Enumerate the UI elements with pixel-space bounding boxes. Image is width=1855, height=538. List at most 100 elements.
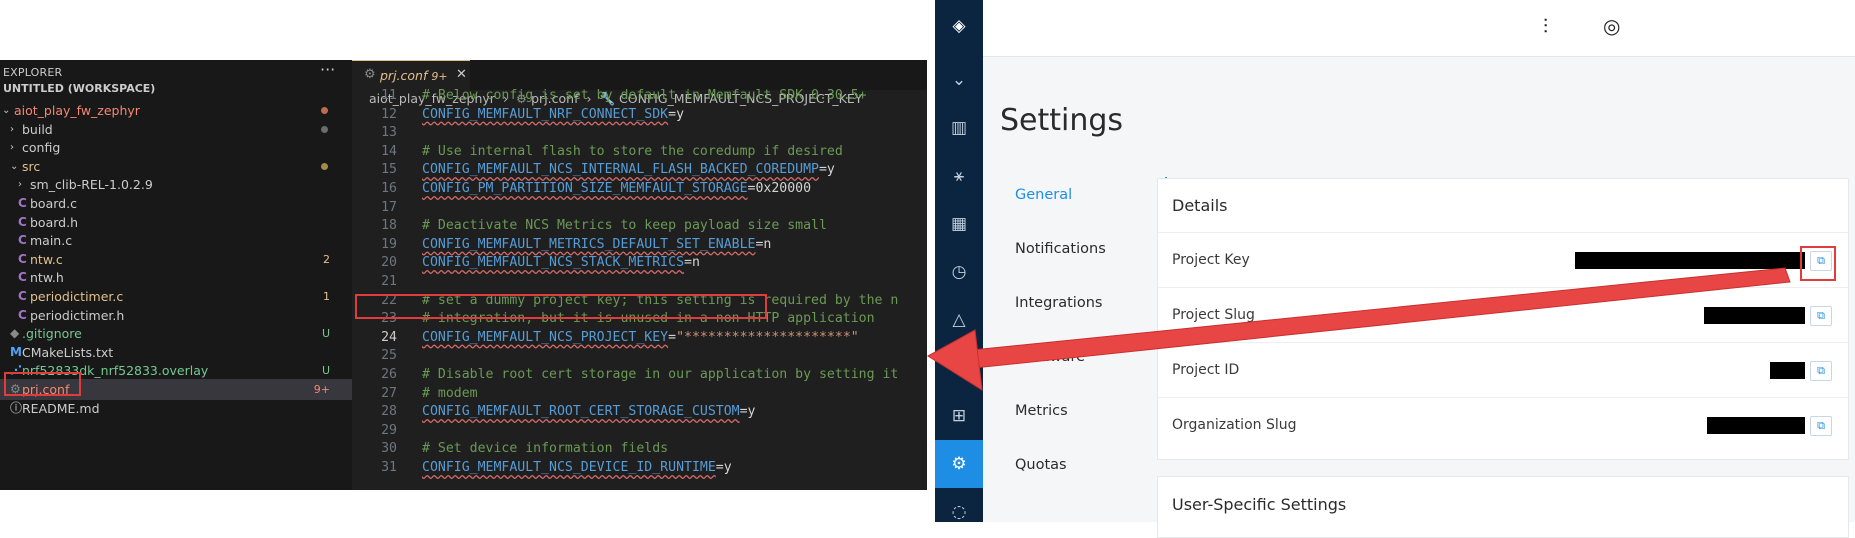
code-text: CONFIG_MEMFAULT_METRICS_DEFAULT_SET_ENAB… (422, 236, 772, 252)
code-line[interactable]: 31 CONFIG_MEMFAULT_NCS_DEVICE_ID_RUNTIME=… (352, 458, 927, 477)
code-line[interactable]: 20 CONFIG_MEMFAULT_NCS_STACK_METRICS=n (352, 253, 927, 272)
code-line[interactable]: 19 CONFIG_MEMFAULT_METRICS_DEFAULT_SET_EN… (352, 235, 927, 254)
settings-gear-icon[interactable]: ⚙ (935, 440, 983, 488)
code-line[interactable]: 21 (352, 272, 927, 291)
code-line[interactable]: 30 # Set device information fields (352, 439, 927, 458)
code-text: CONFIG_MEMFAULT_NCS_DEVICE_ID_RUNTIME=y (422, 460, 732, 475)
organization-slug-row: Organization Slug ⧉ (1158, 397, 1848, 453)
globe-clock-icon[interactable]: ◎ (1603, 14, 1620, 38)
line-number: 30 (381, 441, 397, 457)
code-line[interactable]: 18 # Deactivate NCS Metrics to keep paylo… (352, 216, 927, 235)
organization-slug-label: Organization Slug (1172, 417, 1297, 433)
line-number: 16 (381, 181, 397, 196)
highlight-copy-project-key (1800, 246, 1836, 281)
code-line[interactable]: 27 # modem (352, 384, 927, 403)
code-line[interactable]: 24 CONFIG_MEMFAULT_NCS_PROJECT_KEY="*****… (352, 328, 927, 347)
code-text: CONFIG_MEMFAULT_NCS_PROJECT_KEY="*******… (422, 329, 859, 345)
page-title: Settings (1000, 103, 1124, 138)
modified-dot (321, 107, 328, 114)
line-number: 13 (381, 125, 397, 141)
info-icon: ⓘ (10, 400, 23, 415)
code-text: CONFIG_MEMFAULT_NCS_STACK_METRICS=n (422, 255, 700, 271)
details-title: Details (1172, 196, 1228, 215)
line-number: 17 (381, 199, 397, 215)
gear-icon: ⚙ (364, 67, 376, 82)
user-settings-card: User-Specific Settings (1157, 476, 1849, 538)
project-slug-label: Project Slug (1172, 307, 1255, 323)
memfault-logo-icon[interactable]: ◈ (935, 2, 983, 50)
modified-dot (321, 162, 328, 170)
code-line[interactable]: 12 CONFIG_MEMFAULT_NRF_CONNECT_SDK=y (352, 105, 927, 124)
code-line[interactable]: 15 CONFIG_MEMFAULT_NCS_INTERNAL_FLASH_BAC… (352, 160, 927, 179)
code-text: # Disable root cert storage in our appli… (422, 367, 899, 382)
organization-slug-value-redacted (1707, 417, 1805, 434)
highlight-prj-conf-file (4, 372, 81, 396)
code-line[interactable]: 16 CONFIG_PM_PARTITION_SIZE_MEMFAULT_STOR… (352, 179, 927, 198)
subnav-metrics[interactable]: Metrics (1015, 403, 1068, 419)
copy-icon[interactable]: ⧉ (1810, 306, 1832, 326)
subnav-integrations[interactable]: Integrations (1015, 295, 1102, 311)
line-number: 19 (381, 236, 397, 252)
tab-close-icon[interactable]: ✕ (456, 67, 467, 82)
highlight-project-key-line (355, 294, 767, 319)
code-line[interactable]: 25 (352, 346, 927, 365)
code-line[interactable]: 17 (352, 198, 927, 217)
line-number: 15 (381, 162, 397, 178)
code-text: CONFIG_MEMFAULT_NRF_CONNECT_SDK=y (422, 106, 685, 122)
code-text: # modem (422, 385, 478, 401)
project-key-value-redacted (1575, 252, 1805, 269)
line-number: 31 (381, 460, 397, 475)
triangle-icon[interactable]: △ (935, 296, 983, 344)
code-line[interactable]: 26 # Disable root cert storage in our app… (352, 365, 927, 384)
code-line[interactable]: 14 # Use internal flash to store the core… (352, 142, 927, 161)
chevron-down-icon[interactable]: ⌄ (935, 56, 983, 104)
code-line[interactable]: 28 CONFIG_MEMFAULT_ROOT_CERT_STORAGE_CUST… (352, 402, 927, 421)
timer-icon[interactable]: ◷ (935, 248, 983, 296)
code-text: # Below config is set by default in Memf… (422, 88, 867, 103)
layers-icon[interactable]: ⧉ (935, 344, 983, 392)
code-text: CONFIG_MEMFAULT_ROOT_CERT_STORAGE_CUSTOM… (422, 404, 756, 420)
side-nav: ◈ ⌄ ▥ ⚹ ▦ ◷ △ ⧉ ⊞ ⚙ ◌ (935, 0, 983, 522)
project-id-row: Project ID ⧉ (1158, 342, 1848, 398)
subnav-notifications[interactable]: Notifications (1015, 241, 1106, 257)
line-number: 29 (381, 422, 397, 438)
user-settings-title: User-Specific Settings (1172, 495, 1347, 514)
table-icon[interactable]: ⊞ (935, 392, 983, 440)
line-number: 11 (381, 88, 397, 103)
tree-item[interactable]: ⓘ README.md (0, 398, 352, 419)
line-number: 21 (381, 274, 397, 289)
project-key-row: Project Key ⧉ (1158, 232, 1848, 288)
tree-item-label: README.md (22, 400, 100, 416)
loading-spinner-icon: ◌ (951, 502, 967, 522)
explorer-panel: EXPLORER ··· UNTITLED (WORKSPACE) ⌄ aiot_… (0, 60, 352, 490)
project-key-label: Project Key (1172, 252, 1250, 268)
line-number: 26 (381, 367, 397, 382)
modified-dot (321, 125, 328, 133)
line-number: 28 (381, 404, 397, 420)
subnav-quotas[interactable]: Quotas (1015, 457, 1067, 473)
line-number: 20 (381, 255, 397, 271)
copy-icon[interactable]: ⧉ (1810, 361, 1832, 381)
code-line[interactable]: 13 (352, 123, 927, 142)
copy-icon[interactable]: ⧉ (1810, 416, 1832, 436)
memfault-app: ◈ ⌄ ▥ ⚹ ▦ ◷ △ ⧉ ⊞ ⚙ ◌ ⫶ ◎ Settings Gener… (935, 0, 1855, 538)
code-line[interactable]: 11 # Below config is set by default in Me… (352, 86, 927, 105)
project-slug-row: Project Slug ⧉ (1158, 287, 1848, 343)
line-number: 25 (381, 348, 397, 364)
vscode-window: EXPLORER ··· UNTITLED (WORKSPACE) ⌄ aiot_… (0, 60, 927, 490)
code-text: # Use internal flash to store the coredu… (422, 143, 843, 159)
chart-icon[interactable]: ▥ (935, 104, 983, 152)
network-icon[interactable]: ⚹ (935, 152, 983, 200)
subnav-hardware[interactable]: Hardware (1015, 349, 1085, 365)
grid-icon[interactable]: ▦ (935, 200, 983, 248)
workspace-label: UNTITLED (WORKSPACE) (3, 82, 156, 95)
code-line[interactable]: 29 (352, 421, 927, 440)
project-id-label: Project ID (1172, 362, 1240, 378)
workspace-header[interactable]: UNTITLED (WORKSPACE) (0, 78, 352, 99)
subnav-general[interactable]: General (1015, 187, 1072, 203)
explorer-more-actions-button[interactable]: ··· (320, 60, 335, 79)
top-bar: ⫶ ◎ (983, 0, 1855, 57)
details-card: Details Project Key ⧉ Project Slug ⧉ Pro… (1157, 178, 1849, 460)
project-slug-value-redacted (1704, 307, 1805, 324)
candlestick-chart-icon[interactable]: ⫶ (1543, 14, 1548, 38)
